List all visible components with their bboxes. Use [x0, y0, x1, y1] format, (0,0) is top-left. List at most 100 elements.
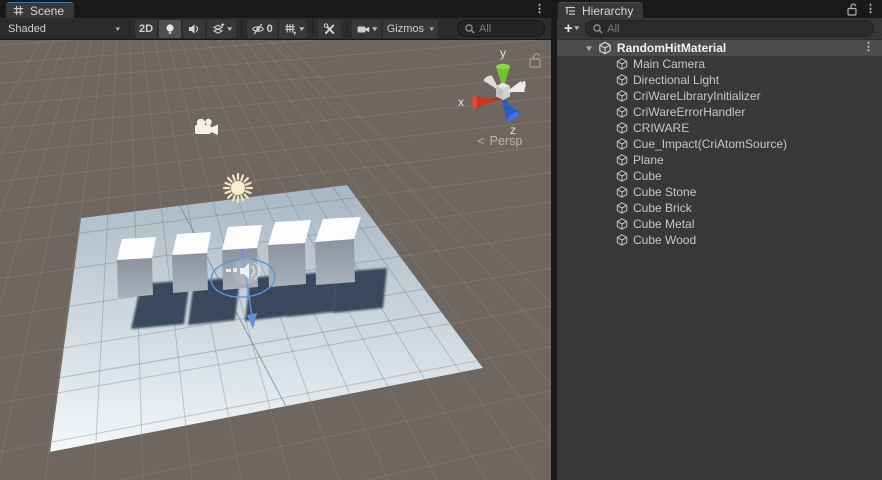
axis-cube-center [496, 82, 510, 100]
hierarchy-item[interactable]: Directional Light [557, 72, 882, 88]
hierarchy-item[interactable]: CriWareErrorHandler [557, 104, 882, 120]
scene-grid-icon [12, 4, 25, 17]
scene-camera-dropdown[interactable]: ▾ [352, 19, 381, 38]
hierarchy-item-label: Plane [633, 153, 664, 167]
cube-mesh [172, 232, 211, 293]
hierarchy-item-label: Directional Light [633, 73, 720, 87]
tab-scene[interactable]: Scene [6, 2, 75, 18]
hierarchy-item[interactable]: Cube Wood [557, 232, 882, 248]
cube-mesh [315, 217, 361, 285]
chevron-down-icon: ▾ [372, 25, 378, 33]
hierarchy-item-label: CriWareLibraryInitializer [633, 89, 761, 103]
persp-label[interactable]: Persp [490, 134, 523, 148]
tab-hierarchy[interactable]: Hierarchy [558, 2, 644, 18]
create-object-button[interactable]: + ▾ [564, 20, 579, 37]
shading-mode-label: Shaded [8, 22, 46, 35]
toolbar-separator [312, 21, 314, 36]
unity-editor-window: Scene ⋮ Shaded ▾ 2D ▾ 0 ▾ ▾ Gizmos ▾ All… [0, 0, 882, 480]
chevron-down-icon: ▾ [299, 25, 304, 33]
scene-panel: Scene ⋮ Shaded ▾ 2D ▾ 0 ▾ ▾ Gizmos ▾ All… [0, 0, 551, 480]
cube-mesh [117, 237, 156, 298]
hierarchy-item[interactable]: Plane [557, 152, 882, 168]
scene-menu-kebab[interactable]: ⋮ [534, 4, 545, 15]
scene-root-kebab[interactable]: ⋮ [863, 42, 874, 53]
hierarchy-tab-label: Hierarchy [582, 3, 634, 18]
hierarchy-item[interactable]: CriWareLibraryInitializer [557, 88, 882, 104]
scene-tools-button[interactable] [318, 19, 342, 38]
scene-effects-dropdown[interactable]: ▾ [207, 19, 236, 38]
effects-layers-icon [211, 22, 226, 36]
scene-search-placeholder: All [479, 22, 492, 35]
camera-icon [356, 22, 371, 36]
hierarchy-item[interactable]: Cube Metal [557, 216, 882, 232]
persp-arrow-icon: < [477, 134, 484, 148]
hierarchy-item-label: Cube Brick [633, 201, 692, 215]
toggle-2d-button[interactable]: 2D [135, 19, 158, 38]
scene-root-label: RandomHitMaterial [616, 41, 727, 55]
hierarchy-item-label: Cube [633, 169, 662, 183]
gameobject-cube-icon [616, 170, 628, 182]
toolbar-separator [346, 21, 348, 36]
hierarchy-item[interactable]: CRIWARE [557, 120, 882, 136]
axis-label-y: y [500, 46, 506, 60]
chevron-down-icon: ▾ [429, 25, 435, 33]
gizmos-label: Gizmos [386, 22, 425, 35]
scene-toolbar: Shaded ▾ 2D ▾ 0 ▾ ▾ Gizmos ▾ All [0, 18, 551, 40]
scene-3d-render: y x z < Persp [0, 40, 551, 480]
hierarchy-item-label: Cue_Impact(CriAtomSource) [633, 137, 788, 151]
scene-audio-button[interactable] [183, 19, 206, 38]
hierarchy-item[interactable]: Cube Brick [557, 200, 882, 216]
speaker-icon [187, 22, 201, 36]
gameobject-cube-icon [616, 74, 628, 86]
gameobject-cube-icon [616, 218, 628, 230]
gizmos-dropdown[interactable]: Gizmos ▾ [382, 19, 438, 38]
scene-viewport[interactable]: y x z < Persp [0, 40, 551, 480]
hierarchy-item[interactable]: Cube Stone [557, 184, 882, 200]
lock-icon[interactable] [846, 3, 858, 16]
hierarchy-item-label: Cube Wood [633, 233, 697, 247]
hierarchy-toolbar: + ▾ All [557, 18, 882, 40]
gameobject-cube-icon [616, 234, 628, 246]
hierarchy-list: Main Camera Directional Light CriWareLib… [557, 56, 882, 480]
hierarchy-search-placeholder: All [607, 22, 620, 35]
shading-mode-dropdown[interactable]: Shaded ▾ [4, 19, 124, 38]
toolbar-separator [240, 21, 242, 36]
scene-tab-label: Scene [30, 3, 65, 18]
hierarchy-item-label: Cube Stone [633, 185, 697, 199]
gameobject-cube-icon [616, 154, 628, 166]
gameobject-cube-icon [616, 202, 628, 214]
gameobject-cube-icon [616, 106, 628, 118]
scene-lighting-button[interactable] [159, 19, 182, 38]
hierarchy-tabbar: Hierarchy ⋮ [557, 0, 882, 18]
hierarchy-item[interactable]: Main Camera [557, 56, 882, 72]
gameobject-cube-icon [616, 122, 628, 134]
plus-icon: + [564, 20, 573, 37]
scene-search-field[interactable]: All [457, 20, 545, 37]
gameobject-cube-icon [616, 90, 628, 102]
hierarchy-item-label: Cube Metal [633, 217, 695, 231]
eye-slash-icon [251, 22, 265, 36]
hierarchy-item-label: Main Camera [633, 57, 706, 71]
grid-axis-icon [283, 22, 298, 36]
wrench-tools-icon [322, 22, 337, 36]
search-icon [592, 23, 604, 35]
hierarchy-search-field[interactable]: All [585, 20, 874, 37]
hidden-count: 0 [266, 22, 273, 35]
hierarchy-item[interactable]: Cue_Impact(CriAtomSource) [557, 136, 882, 152]
search-icon [464, 23, 476, 35]
hierarchy-item-label: CRIWARE [633, 121, 690, 135]
scene-tabbar: Scene ⋮ [0, 0, 551, 18]
gameobject-cube-icon [616, 186, 628, 198]
unity-scene-icon [598, 41, 612, 55]
hidden-objects-button[interactable]: 0 [246, 19, 277, 38]
gameobject-cube-icon [616, 58, 628, 70]
grid-visibility-dropdown[interactable]: ▾ [278, 19, 308, 38]
foldout-triangle-icon[interactable]: ▼ [584, 44, 594, 53]
axis-label-x: x [458, 95, 464, 109]
hierarchy-list-icon [564, 5, 577, 17]
scene-root-row[interactable]: ▼ RandomHitMaterial ⋮ [557, 40, 882, 56]
hierarchy-item-label: CriWareErrorHandler [633, 105, 746, 119]
hierarchy-menu-kebab[interactable]: ⋮ [865, 4, 876, 15]
hierarchy-item[interactable]: Cube [557, 168, 882, 184]
sun-light-gizmo[interactable] [222, 172, 254, 204]
